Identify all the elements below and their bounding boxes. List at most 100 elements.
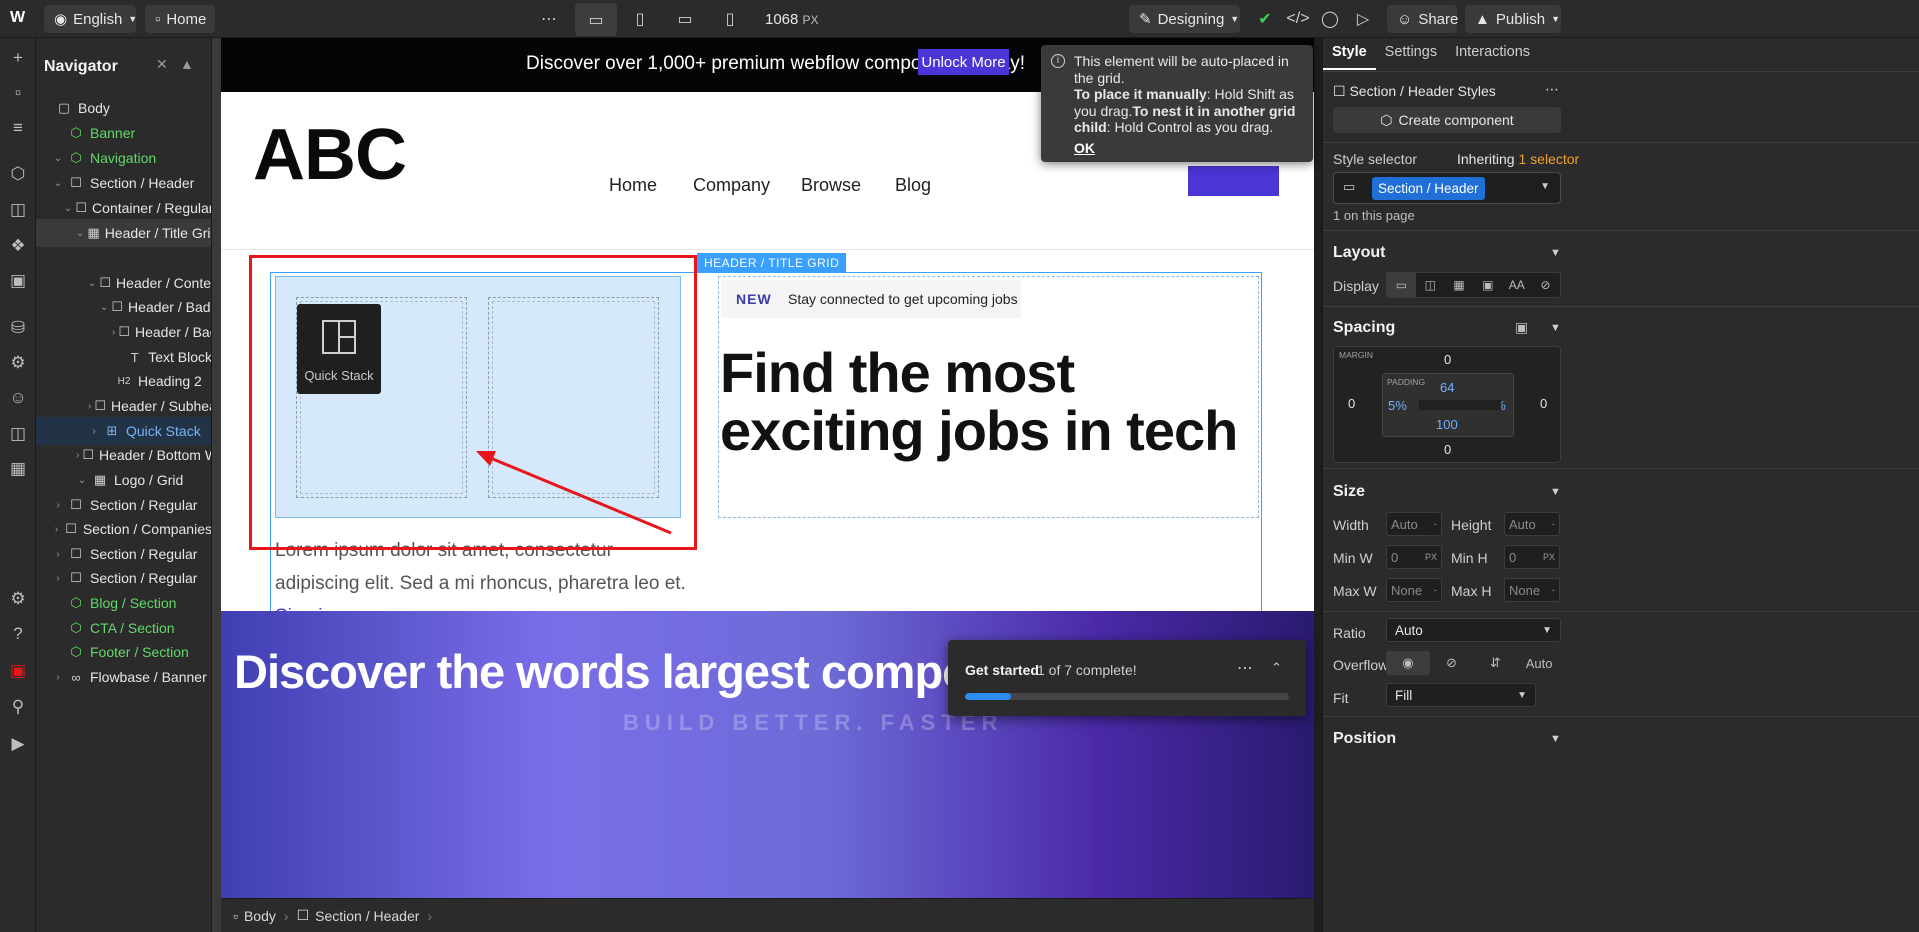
header-badge[interactable]: NEW Stay connected to get upcoming jobs bbox=[721, 280, 1021, 318]
padding-left[interactable]: 5% bbox=[1388, 398, 1407, 413]
chevron-icon[interactable]: ⌄ bbox=[76, 228, 84, 239]
display-block-icon[interactable]: ▭ bbox=[1387, 273, 1416, 297]
apps-icon[interactable]: ▦ bbox=[6, 457, 30, 481]
chevron-icon[interactable]: › bbox=[76, 450, 79, 461]
comment-icon[interactable]: ◯ bbox=[1316, 5, 1344, 33]
display-inline-block-icon[interactable]: ▣ bbox=[1473, 273, 1502, 297]
chevron-icon[interactable]: › bbox=[112, 327, 115, 338]
navigator-item[interactable]: › ∞ Flowbase / Banner bbox=[36, 663, 211, 691]
navigator-item[interactable]: › ☐ Section / Companies bbox=[36, 515, 211, 543]
navigator-item[interactable]: ⌄ ☐ Section / Header bbox=[36, 169, 211, 197]
selector-state-icon[interactable]: ▭ bbox=[1343, 179, 1355, 195]
site-nav-company[interactable]: Company bbox=[693, 175, 770, 196]
navigator-item[interactable]: ⌄ ▦ Logo / Grid bbox=[36, 466, 211, 494]
desktop-breakpoint-icon[interactable]: ▭ bbox=[575, 3, 617, 36]
chevron-icon[interactable]: › bbox=[52, 672, 64, 683]
tablet-breakpoint-icon[interactable]: ▯ bbox=[626, 5, 654, 33]
min-width-field[interactable]: 0 PX bbox=[1386, 545, 1442, 569]
pages-icon[interactable]: ▫ bbox=[6, 81, 30, 105]
position-section-title[interactable]: Position bbox=[1333, 730, 1396, 748]
site-nav-home[interactable]: Home bbox=[609, 175, 657, 196]
ratio-select[interactable]: Auto ▼ bbox=[1386, 618, 1561, 642]
navigator-item[interactable]: ›☐Header / Bottom Wra bbox=[36, 441, 211, 469]
margin-bottom[interactable]: 0 bbox=[1444, 442, 1451, 457]
users-icon[interactable]: ☺ bbox=[6, 386, 30, 410]
navigator-item[interactable]: ▢ Body bbox=[36, 94, 211, 122]
tooltip-ok-button[interactable]: OK bbox=[1074, 140, 1095, 157]
design-canvas[interactable]: Discover over 1,000+ premium webflow com… bbox=[221, 38, 1314, 898]
variables-icon[interactable]: ◫ bbox=[6, 198, 30, 222]
breadcrumb-section-header[interactable]: ☐ Section / Header bbox=[297, 907, 420, 924]
search-icon[interactable]: ⚲ bbox=[6, 695, 30, 719]
site-nav-cta-button[interactable] bbox=[1188, 166, 1279, 196]
chevron-icon[interactable]: › bbox=[88, 401, 91, 412]
close-icon[interactable]: ✕ bbox=[156, 56, 168, 73]
width-field[interactable]: Auto - bbox=[1386, 512, 1442, 536]
spacing-preset-icon[interactable]: ▣ bbox=[1515, 319, 1528, 336]
page-selector[interactable]: ▫ Home bbox=[145, 5, 215, 33]
display-flex-icon[interactable]: ◫ bbox=[1416, 273, 1445, 297]
quick-stack-drag-preview[interactable]: Quick Stack bbox=[297, 304, 381, 394]
add-icon[interactable]: + bbox=[6, 46, 30, 70]
navigator-item[interactable]: ⌄ ⬡ Navigation bbox=[36, 144, 211, 172]
navigator-scrollbar[interactable] bbox=[212, 38, 221, 932]
overflow-scroll-icon[interactable]: ⇵ bbox=[1474, 651, 1518, 675]
mode-selector[interactable]: ✎ Designing ▼ bbox=[1129, 5, 1240, 33]
chevron-down-icon[interactable]: ▼ bbox=[1550, 247, 1561, 259]
chevron-icon[interactable]: ⌄ bbox=[64, 203, 72, 214]
height-field[interactable]: Auto - bbox=[1504, 512, 1560, 536]
overflow-visible-icon[interactable]: ◉ bbox=[1386, 651, 1430, 675]
mobile-landscape-icon[interactable]: ▭ bbox=[671, 5, 699, 33]
display-grid-icon[interactable]: ▦ bbox=[1445, 273, 1474, 297]
webflow-logo-icon[interactable]: W bbox=[10, 9, 34, 29]
margin-left[interactable]: 0 bbox=[1348, 396, 1355, 411]
display-none-icon[interactable]: ⊘ bbox=[1531, 273, 1560, 297]
navigator-icon[interactable]: ≡ bbox=[6, 116, 30, 140]
logic-icon[interactable]: ⚙ bbox=[6, 351, 30, 375]
navigator-item[interactable]: ⌄ ▦ Header / Title Grid bbox=[36, 219, 211, 247]
navigator-item[interactable]: ⌄ ☐ Container / Regular bbox=[36, 194, 211, 222]
create-component-button[interactable]: ⬡ Create component bbox=[1333, 107, 1561, 133]
chevron-icon[interactable]: › bbox=[88, 426, 100, 437]
style-selector-field[interactable]: ▭ Section / Header ▼ bbox=[1333, 172, 1561, 204]
navigator-item[interactable]: ⬡ Banner bbox=[36, 119, 211, 147]
chevron-down-icon[interactable]: ▼ bbox=[1550, 733, 1561, 745]
navigator-item[interactable]: ⬡ Footer / Section bbox=[36, 638, 211, 666]
navigator-item[interactable]: ⬡ Blog / Section bbox=[36, 589, 211, 617]
navigator-item[interactable]: › ☐ Section / Regular bbox=[36, 564, 211, 592]
preview-play-icon[interactable]: ▷ bbox=[1349, 5, 1377, 33]
site-nav-browse[interactable]: Browse bbox=[801, 175, 861, 196]
check-circle-icon[interactable]: ✔ bbox=[1251, 5, 1279, 33]
site-logo[interactable]: ABC bbox=[253, 114, 407, 196]
layout-section-title[interactable]: Layout bbox=[1333, 244, 1385, 262]
navigator-item[interactable]: ⌄☐Header / Badge bbox=[36, 293, 211, 321]
publish-button[interactable]: ▲ Publish ▼ bbox=[1465, 5, 1561, 33]
padding-top[interactable]: 64 bbox=[1440, 380, 1454, 395]
max-height-field[interactable]: None - bbox=[1504, 578, 1560, 602]
chevron-icon[interactable]: ⌄ bbox=[76, 475, 88, 486]
chevron-up-icon[interactable]: ⌃ bbox=[1271, 660, 1282, 676]
settings-icon[interactable]: ⚙ bbox=[6, 587, 30, 611]
padding-bottom[interactable]: 100 bbox=[1436, 417, 1458, 432]
chevron-icon[interactable]: ⌄ bbox=[100, 302, 108, 313]
navigator-item[interactable]: H2 Heading 2 bbox=[36, 367, 211, 395]
code-icon[interactable]: </> bbox=[1284, 5, 1312, 33]
min-height-field[interactable]: 0 PX bbox=[1504, 545, 1560, 569]
chevron-icon[interactable]: ⌄ bbox=[88, 278, 96, 289]
pin-icon[interactable]: ▲ bbox=[180, 56, 194, 72]
more-icon[interactable]: ⋯ bbox=[535, 5, 563, 33]
mobile-portrait-icon[interactable]: ▯ bbox=[716, 5, 744, 33]
max-width-field[interactable]: None - bbox=[1386, 578, 1442, 602]
chevron-icon[interactable]: › bbox=[52, 573, 64, 584]
language-selector[interactable]: ◉ English ▼ bbox=[44, 5, 137, 33]
fit-select[interactable]: Fill ▼ bbox=[1386, 683, 1536, 707]
hero-heading[interactable]: Find the most exciting jobs in tech bbox=[720, 344, 1240, 460]
tab-interactions[interactable]: Interactions bbox=[1446, 38, 1539, 70]
margin-top[interactable]: 0 bbox=[1444, 352, 1451, 367]
margin-right[interactable]: 0 bbox=[1540, 396, 1547, 411]
unlock-more-button[interactable]: Unlock More bbox=[918, 49, 1009, 75]
selected-element-tag[interactable]: HEADER / TITLE GRID bbox=[697, 253, 847, 273]
chevron-icon[interactable]: ⌄ bbox=[52, 178, 64, 189]
chevron-icon[interactable]: › bbox=[52, 500, 64, 511]
chevron-icon[interactable]: › bbox=[52, 524, 61, 535]
